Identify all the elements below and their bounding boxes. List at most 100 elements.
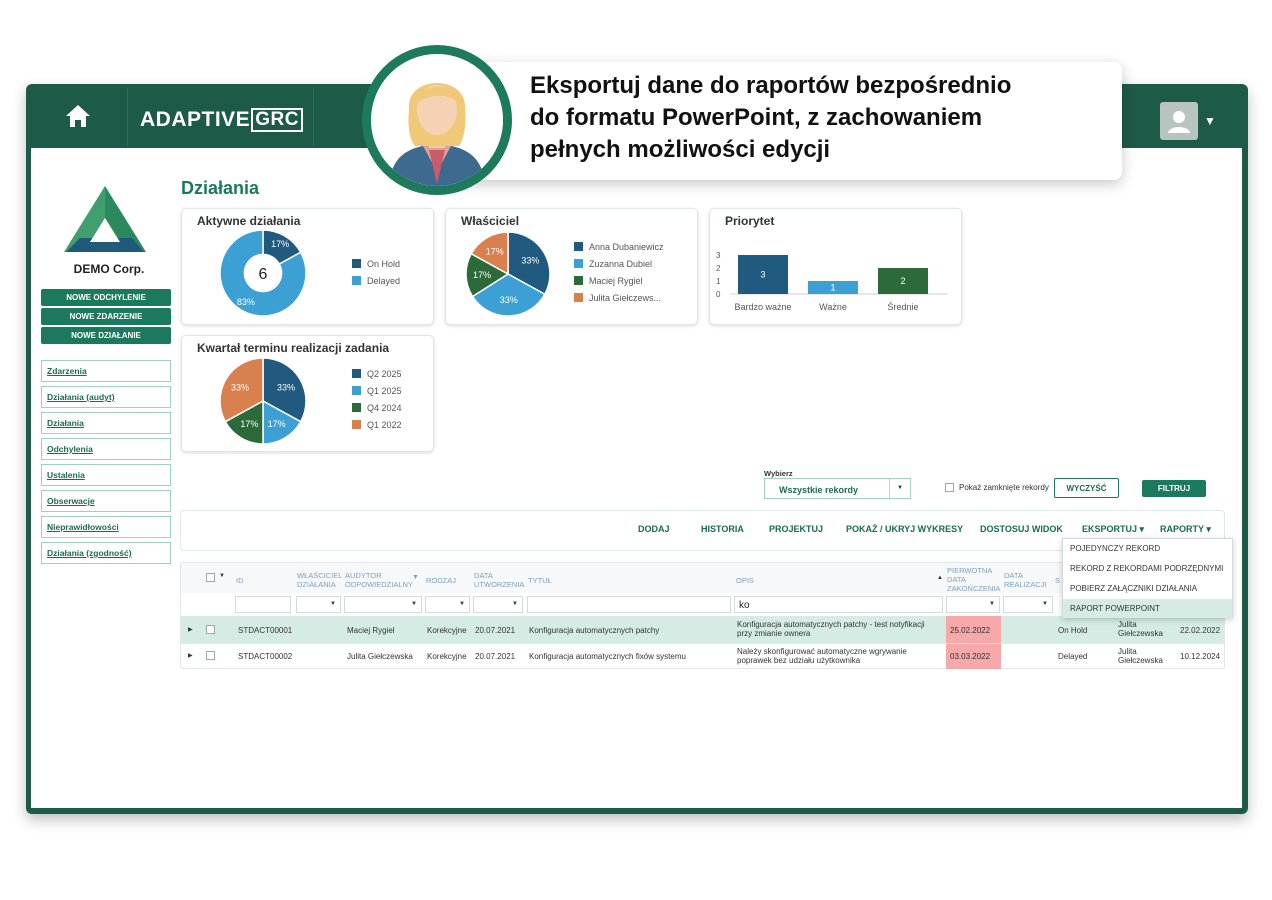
y-tick-label: 1 [716,277,721,286]
legend-item: Julita Giełczews... [574,289,664,306]
col-header-title[interactable]: TYTUŁ [528,576,552,585]
chart-title: Aktywne działania [197,214,301,228]
header-line: AUDYTOR [345,571,382,580]
filter-select-auditor[interactable]: ▼ [344,596,422,613]
chart-legend: Q2 2025 Q1 2025 Q4 2024 Q1 2022 [352,365,402,433]
sidebar-item-findings[interactable]: Ustalenia [41,464,171,486]
cell-id[interactable]: STDACT00002 [238,652,292,661]
cell-person: Julita Giełczewska [1118,647,1163,665]
logo-main: ADAPTIVE [140,108,251,131]
new-action-button[interactable]: NOWE DZIAŁANIE [41,327,171,344]
col-header-auditor[interactable]: AUDYTOR ODPOWIEDZIALNY [345,571,413,589]
user-menu-button[interactable] [1160,102,1198,140]
chevron-down-icon[interactable]: ▼ [219,573,225,579]
callout-line: do formatu PowerPoint, z zachowaniem [530,104,983,131]
chevron-down-icon[interactable]: ▼ [1204,114,1216,128]
chart-legend: On Hold Delayed [352,255,400,289]
sidebar-item-observations[interactable]: Obserwacje [41,490,171,512]
sidebar-item-actions-compliance[interactable]: Działania (zgodność) [41,542,171,564]
filter-funnel-icon[interactable]: ▼ [412,574,419,581]
filter-button[interactable]: FILTRUJ [1142,480,1206,497]
quarter-pie[interactable]: 33% 17% 17% 33% [218,356,308,446]
page-title: Działania [181,178,260,198]
filter-select-type[interactable]: ▼ [425,596,470,613]
filter-input-id[interactable] [235,596,291,613]
sidebar-item-incidents[interactable]: Zdarzenia [41,360,171,382]
active-actions-donut[interactable]: 17% 83% 6 [218,228,308,318]
sidebar-item-deviations[interactable]: Odchylenia [41,438,171,460]
col-header-type[interactable]: RODZAJ [426,576,456,585]
slice-label: 33% [231,382,249,392]
col-header-due-date[interactable]: PIERWOTNA DATA ZAKOŃCZENIA [947,566,1000,593]
expand-arrow-icon[interactable]: ▶ [188,652,193,661]
export-button[interactable]: EKSPORTUJ ▾ [1082,524,1144,535]
filter-select-due[interactable]: ▼ [946,596,1000,613]
col-header-done-date[interactable]: DATA REALIZACJI [1004,571,1047,589]
customize-view-button[interactable]: DOSTOSUJ WIDOK [980,524,1063,534]
col-header-id[interactable]: ID [236,576,244,585]
new-deviation-button[interactable]: NOWE ODCHYLENIE [41,289,171,306]
add-button[interactable]: DODAJ [638,524,670,534]
sort-asc-icon[interactable]: ▲ [937,575,943,581]
owner-pie[interactable]: 33% 33% 17% 17% [464,230,552,318]
header-line: UTWORZENIA [474,580,525,589]
cell-line: Giełczewska [1118,629,1163,638]
cell-description: Należy skonfigurować automatyczne wgrywa… [737,647,907,665]
adaptivegrc-logo[interactable]: ADAPTIVE GRC [140,108,303,132]
filter-input-description[interactable]: ko [734,596,943,613]
cell-status: Delayed [1058,652,1088,661]
menu-item-powerpoint-report[interactable]: RAPORT POWERPOINT [1063,599,1232,618]
menu-item-record-with-children[interactable]: REKORD Z REKORDAMI PODRZĘDNYMI [1063,559,1232,578]
header-line: DATA [474,571,493,580]
home-button[interactable] [26,84,130,148]
reports-button[interactable]: RAPORTY ▾ [1160,524,1211,535]
col-header-created[interactable]: DATA UTWORZENIA [474,571,524,589]
col-header-description[interactable]: OPIS [736,576,754,585]
select-divider [889,479,890,498]
header-line: ZAKOŃCZENIA [947,584,1001,593]
slice-label: 17% [240,419,258,429]
row-checkbox[interactable] [206,651,215,660]
sidebar-item-actions[interactable]: Działania [41,412,171,434]
show-closed-checkbox[interactable] [945,483,954,492]
legend-item: Q2 2025 [352,365,402,382]
chevron-down-icon: ▼ [411,601,417,607]
legend-label: Maciej Rygiel [589,275,643,286]
select-all-checkbox[interactable] [206,573,215,582]
row-divider [181,643,1224,644]
history-button[interactable]: HISTORIA [701,524,744,534]
expand-arrow-icon[interactable]: ▶ [188,626,193,635]
legend-label: Q1 2025 [367,385,402,396]
sidebar-item-irregularities[interactable]: Nieprawidłowości [41,516,171,538]
menu-item-single-record[interactable]: POJEDYNCZY REKORD [1063,539,1232,558]
record-select[interactable]: Wszystkie rekordy ▼ [764,478,911,499]
filter-input-title[interactable] [527,596,731,613]
col-header-status[interactable]: S [1055,576,1060,585]
topbar-divider [127,88,128,146]
new-incident-button[interactable]: NOWE ZDARZENIE [41,308,171,325]
avatar [362,45,512,195]
cell-due-date: 03.03.2022 [950,652,991,661]
priority-bar-chart[interactable]: 3 2 1 0 3 Bardzo ważne 1 Ważne 2 Średnie [712,244,952,319]
filter-select-created[interactable]: ▼ [473,596,523,613]
woman-avatar-icon [371,54,503,186]
slice-label: 17% [271,239,289,249]
cell-description: Konfiguracja automatycznych patchy - tes… [737,620,925,638]
clear-button[interactable]: WYCZYŚĆ [1054,478,1119,498]
row-checkbox[interactable] [206,625,215,634]
sidebar-item-actions-audit[interactable]: Działania (audyt) [41,386,171,408]
slice-label: 33% [521,256,539,266]
design-button[interactable]: PROJEKTUJ [769,524,823,534]
cell-auditor: Maciej Rygiel [347,626,395,635]
cell-line: przy zmianie ownera [737,629,811,638]
legend-label: On Hold [367,258,401,269]
toggle-charts-button[interactable]: POKAŻ / UKRYJ WYKRESY [846,524,963,534]
callout-line: pełnych możliwości edycji [530,136,831,163]
col-header-owner[interactable]: WŁAŚCICIEL DZIAŁANIA [297,571,342,589]
menu-item-download-attachments[interactable]: POBIERZ ZAŁĄCZNIKI DZIAŁANIA [1063,579,1232,598]
cell-id[interactable]: STDACT00001 [238,626,292,635]
cell-type: Korekcyjne [427,626,467,635]
filter-select-done[interactable]: ▼ [1003,596,1053,613]
filter-select-owner[interactable]: ▼ [296,596,341,613]
x-tick-label: Ważne [819,302,847,312]
